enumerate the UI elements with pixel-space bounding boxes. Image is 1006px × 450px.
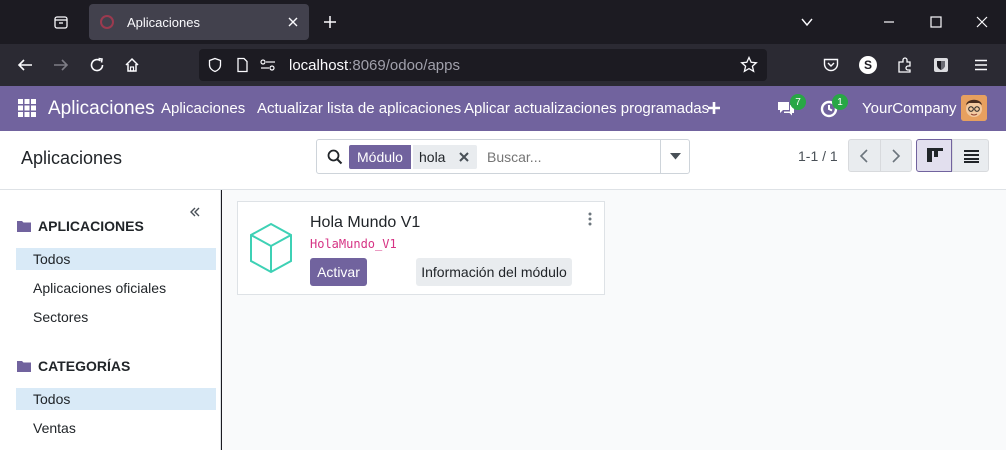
search-facet-text: hola	[419, 149, 446, 165]
search-icon[interactable]	[327, 149, 343, 165]
search-facet-label: Módulo	[349, 145, 411, 169]
new-tab-icon[interactable]	[316, 8, 344, 36]
url-host: localhost	[289, 57, 349, 74]
home-icon[interactable]	[122, 55, 142, 75]
cube-icon	[248, 221, 294, 275]
close-window-icon[interactable]	[968, 8, 996, 36]
kanban-view-button[interactable]	[916, 139, 952, 172]
sidebar-section-aplicaciones: APLICACIONES	[17, 218, 144, 234]
reload-icon[interactable]	[87, 55, 107, 75]
page-info-icon[interactable]	[232, 55, 252, 75]
sidebar-item-todos-categorias[interactable]: Todos	[16, 388, 216, 410]
menu-actualizar-lista[interactable]: Actualizar lista de aplicaciones	[257, 100, 461, 117]
pager-next-icon[interactable]	[889, 148, 903, 164]
browser-tab-bar: Aplicaciones	[0, 0, 1006, 44]
maximize-icon[interactable]	[922, 8, 950, 36]
messages-count-badge: 7	[790, 94, 806, 110]
profile-avatar[interactable]: S	[858, 55, 878, 75]
activities-count-badge: 1	[832, 94, 848, 110]
plus-icon[interactable]	[707, 101, 721, 115]
folder-icon	[17, 221, 31, 232]
profile-initial: S	[859, 56, 877, 74]
sidebar-section-categorias: CATEGORÍAS	[17, 358, 130, 374]
sidebar-section-title: APLICACIONES	[38, 218, 144, 234]
shield-icon[interactable]	[205, 55, 225, 75]
address-bar[interactable]: localhost:8069/odoo/apps	[199, 49, 767, 81]
tab-list-icon[interactable]	[47, 8, 75, 36]
app-menu-icon[interactable]	[971, 55, 991, 75]
minimize-icon[interactable]	[875, 8, 903, 36]
sidebar-item-todos-apps[interactable]: Todos	[16, 248, 216, 270]
browser-tab[interactable]: Aplicaciones	[89, 4, 309, 40]
back-icon[interactable]	[15, 55, 35, 75]
app-name[interactable]: Aplicaciones	[48, 98, 155, 120]
odoo-favicon-icon	[100, 15, 114, 29]
pocket-icon[interactable]	[821, 55, 841, 75]
kanban-icon	[927, 148, 943, 164]
remove-facet-icon[interactable]	[459, 152, 469, 162]
kanban-area: Hola Mundo V1 HolaMundo_V1 Activar Infor…	[222, 190, 1006, 450]
close-tab-icon[interactable]	[285, 14, 301, 30]
search-divider	[660, 140, 661, 173]
url-path: :8069/odoo/apps	[348, 57, 460, 74]
folder-icon	[17, 361, 31, 372]
control-panel: Aplicaciones Módulo hola 1-1 / 1	[0, 131, 1006, 190]
pager-divider	[880, 140, 881, 171]
bitwarden-icon[interactable]	[931, 55, 951, 75]
bookmark-star-icon[interactable]	[739, 55, 759, 75]
browser-nav-bar: localhost:8069/odoo/apps S	[0, 44, 1006, 86]
list-icon	[964, 149, 979, 163]
tab-title: Aplicaciones	[127, 14, 200, 30]
pager-value[interactable]: 1-1 / 1	[798, 148, 838, 164]
url-text[interactable]: localhost:8069/odoo/apps	[289, 57, 460, 74]
module-info-button[interactable]: Información del módulo	[416, 258, 572, 286]
company-switcher[interactable]: YourCompany	[862, 100, 957, 117]
pager-buttons	[848, 139, 912, 172]
search-input[interactable]	[485, 145, 655, 169]
search-facet-value: hola	[413, 145, 477, 169]
sidebar-item-aplicaciones-oficiales[interactable]: Aplicaciones oficiales	[16, 277, 216, 299]
forward-icon[interactable]	[51, 55, 71, 75]
sidebar: APLICACIONES Todos Aplicaciones oficiale…	[0, 190, 221, 450]
search-options-toggle[interactable]	[670, 153, 681, 160]
collapse-sidebar-icon[interactable]	[190, 207, 200, 217]
module-name: Hola Mundo V1	[310, 214, 421, 231]
app-grid-icon[interactable]	[18, 99, 36, 117]
extensions-icon[interactable]	[895, 55, 915, 75]
sidebar-item-ventas[interactable]: Ventas	[16, 417, 216, 439]
search-bar[interactable]: Módulo hola	[316, 139, 690, 174]
module-card[interactable]: Hola Mundo V1 HolaMundo_V1 Activar Infor…	[237, 201, 605, 295]
activate-button[interactable]: Activar	[310, 258, 367, 286]
odoo-navbar: Aplicaciones Aplicaciones Actualizar lis…	[0, 86, 1006, 131]
pager-previous-icon[interactable]	[857, 148, 871, 164]
module-technical-name: HolaMundo_V1	[310, 237, 397, 251]
page-title: Aplicaciones	[21, 148, 123, 168]
user-avatar[interactable]	[961, 95, 987, 121]
sidebar-item-sectores[interactable]: Sectores	[16, 306, 216, 328]
card-menu-icon[interactable]	[588, 212, 592, 226]
sidebar-section-title: CATEGORÍAS	[38, 358, 131, 374]
list-all-tabs-icon[interactable]	[793, 8, 821, 36]
menu-aplicar-actualizaciones[interactable]: Aplicar actualizaciones programadas	[464, 100, 709, 117]
list-view-button[interactable]	[952, 139, 989, 172]
menu-aplicaciones[interactable]: Aplicaciones	[161, 100, 245, 117]
permissions-icon[interactable]	[258, 55, 278, 75]
